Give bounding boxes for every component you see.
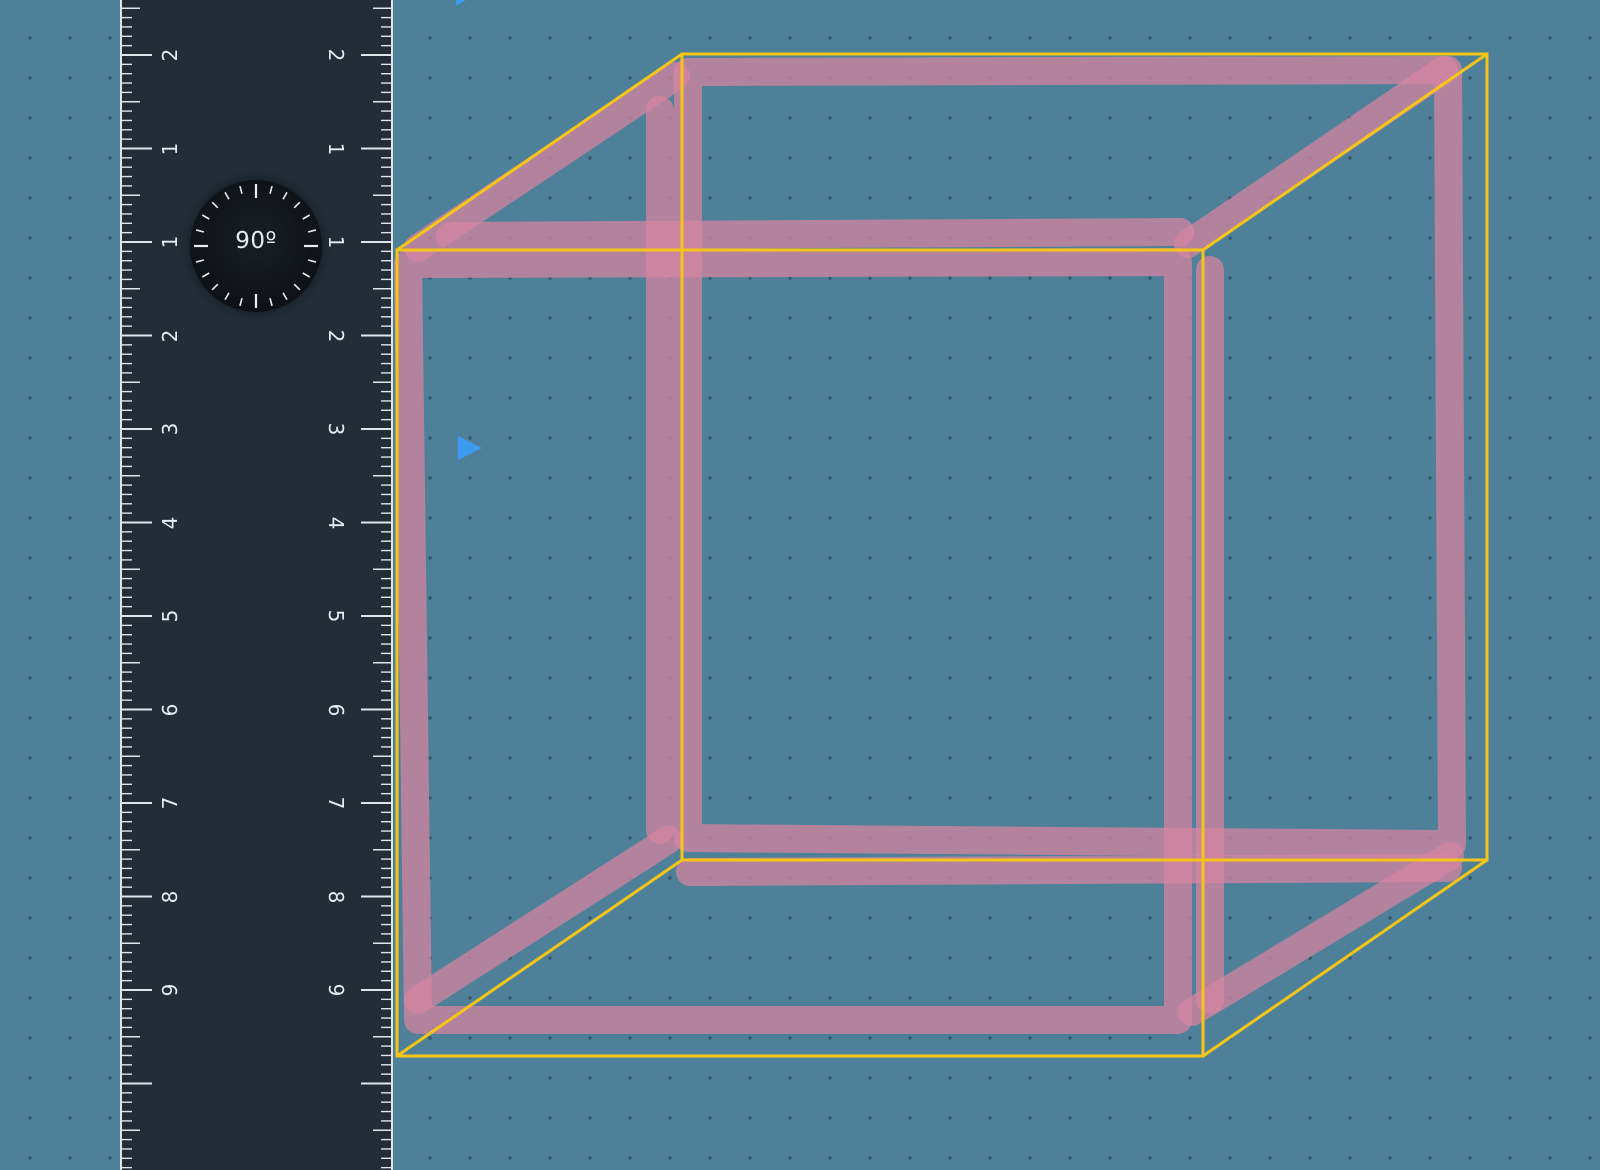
ruler-label-right: 6	[324, 703, 348, 716]
pink-edge-bottom-left[interactable]	[404, 826, 682, 1014]
ruler-label-right: 2	[324, 329, 348, 342]
ruler-label-left: 5	[158, 609, 182, 623]
dial-tick	[282, 292, 288, 301]
dial-tick	[201, 214, 210, 220]
ruler-label-right: 1	[324, 142, 348, 155]
dial-tick	[224, 292, 230, 301]
ruler-label-right: 1	[324, 235, 348, 249]
dial-tick	[293, 283, 301, 291]
pink-inner-top[interactable]	[436, 218, 1194, 250]
ruler-label-left: 3	[158, 422, 182, 436]
guide-back-face	[680, 52, 1489, 862]
dial-tick	[211, 201, 219, 209]
ruler-label-right: 5	[324, 609, 348, 623]
ruler-label-right: 8	[324, 890, 348, 903]
ruler-label-left: 7	[158, 796, 182, 810]
ruler-label-left: 2	[158, 48, 182, 62]
ruler-tool[interactable]: 2 2 1 1 1 1 2 2 3 3 4 4 5 5 6 6 7 7 8 8 9 9	[120, 0, 482, 1170]
dial-tick	[239, 297, 243, 307]
dial-tick	[293, 201, 301, 209]
dial-tick	[201, 272, 210, 278]
pink-front-face[interactable]	[394, 248, 1192, 1034]
dial-tick	[269, 185, 273, 195]
ruler-label-left: 9	[158, 983, 182, 997]
protractor-angle-dial[interactable]: 90º	[190, 180, 322, 312]
dial-tick	[282, 191, 288, 200]
guide-edge-br	[1202, 858, 1488, 1058]
ruler-label-left: 6	[158, 703, 182, 716]
pink-edge-top-right[interactable]	[1174, 56, 1458, 258]
dial-tick	[239, 185, 243, 195]
dial-tick	[302, 272, 311, 278]
ruler-label-right: 2	[324, 48, 348, 62]
guide-edge-tl	[396, 52, 683, 252]
pink-cube-strokes[interactable]	[394, 56, 1466, 1034]
ruler-label-left: 2	[158, 329, 182, 342]
pink-back-face[interactable]	[674, 56, 1466, 858]
dial-tick	[302, 214, 311, 220]
ruler-top-marker	[456, 0, 466, 6]
ruler-label-left: 8	[158, 890, 182, 903]
dial-tick	[269, 297, 273, 307]
ruler-label-right: 7	[324, 796, 348, 810]
ruler-label-right: 4	[324, 516, 348, 529]
ruler-position-marker-icon[interactable]	[458, 436, 482, 460]
ruler-label-right: 3	[324, 422, 348, 436]
angle-readout: 90º	[235, 228, 277, 254]
ruler-label-right: 9	[324, 983, 348, 997]
ruler-label-left: 1	[158, 142, 182, 155]
dial-tick	[224, 191, 230, 200]
dial-tick	[211, 283, 219, 291]
dial-tick	[195, 259, 205, 263]
pink-inner-bottom[interactable]	[676, 854, 1462, 886]
ruler-label-left: 4	[158, 516, 182, 529]
ruler-label-left: 1	[158, 235, 182, 249]
dial-tick	[307, 259, 317, 263]
